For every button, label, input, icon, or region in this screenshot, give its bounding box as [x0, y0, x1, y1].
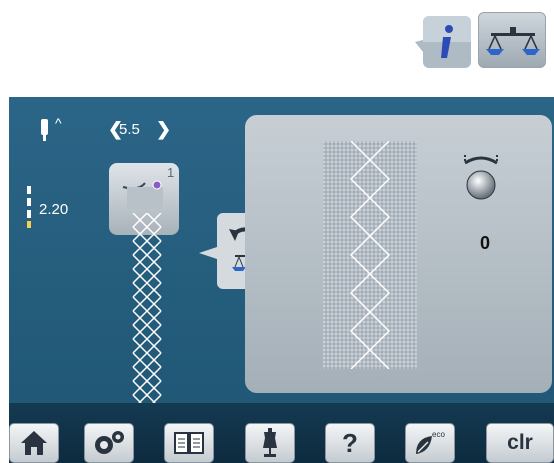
stitch-width-value: 5.5 [119, 121, 140, 138]
eco-button[interactable]: eco [405, 423, 455, 463]
width-increase-icon[interactable]: ❯ [156, 119, 171, 140]
fabric-stitch-preview [323, 141, 417, 369]
settings-icon [95, 431, 124, 454]
home-icon [21, 431, 47, 455]
tutorial-button[interactable] [164, 423, 214, 463]
stitch-preview-panel: 0 [245, 115, 552, 393]
help-icon: ? [342, 427, 358, 458]
setup-button[interactable] [84, 423, 134, 463]
machine-screen: ^ ❮ 5.5 ❯ 2.20 1 0 ? eco clr [9, 97, 554, 463]
balance-icon [486, 27, 540, 55]
bottom-toolbar: ? eco clr [9, 403, 554, 463]
dress-form-icon [263, 428, 277, 457]
thread-tension-icon[interactable] [461, 153, 501, 205]
needle-position-arrow: ^ [55, 115, 62, 131]
balance-button[interactable] [478, 12, 546, 68]
eco-icon: eco [416, 430, 445, 454]
eco-label: eco [432, 430, 445, 439]
clr-label: clr [507, 431, 533, 454]
sewing-consultant-button[interactable] [245, 423, 295, 463]
info-button[interactable] [415, 12, 471, 68]
thread-tension-value: 0 [479, 233, 490, 253]
home-button[interactable] [9, 423, 59, 463]
stitch-length-icon[interactable] [27, 186, 31, 228]
clear-button[interactable]: clr [486, 423, 554, 463]
help-button[interactable]: ? [325, 423, 375, 463]
stitch-length-value: 2.20 [39, 201, 69, 218]
book-icon [174, 432, 204, 454]
